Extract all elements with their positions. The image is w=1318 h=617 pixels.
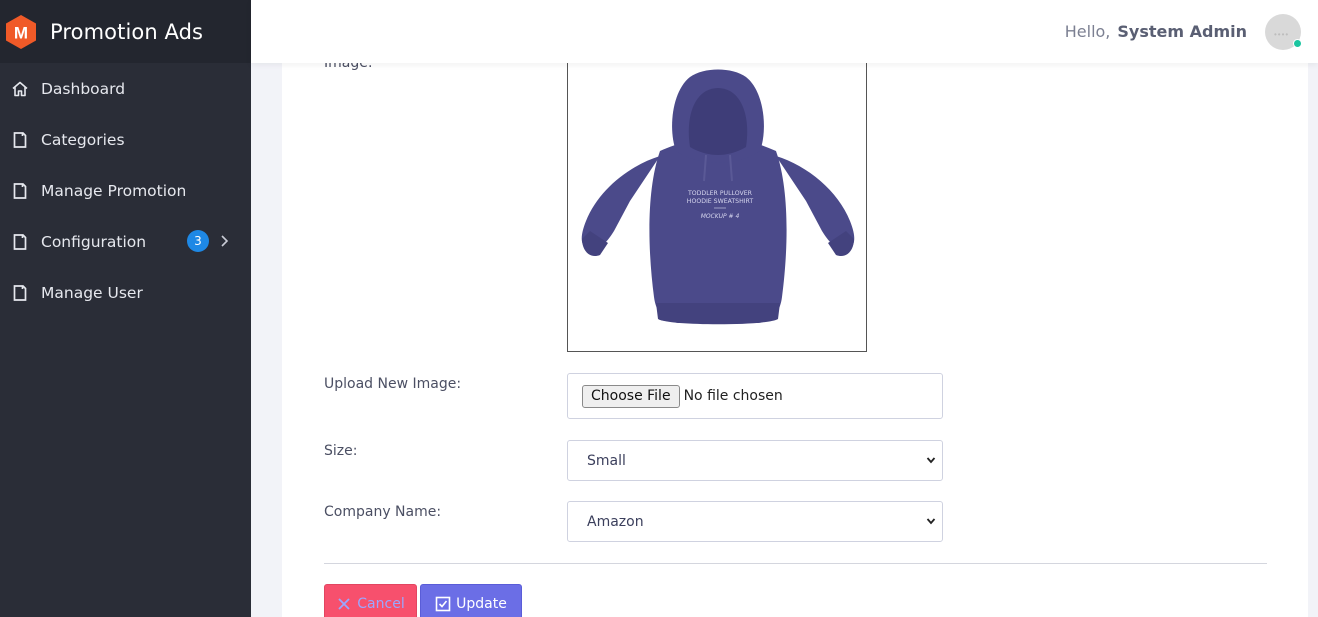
sidebar-nav: Dashboard Categories Manage Promotion Co… (0, 63, 251, 318)
sidebar: M Promotion Ads Dashboard Categories Man… (0, 0, 251, 617)
page-icon (11, 284, 29, 302)
update-button[interactable]: Update (420, 584, 522, 617)
choose-file-button[interactable]: Choose File (582, 384, 680, 408)
chevron-down-icon (926, 457, 936, 464)
current-image-preview: TODDLER PULLOVER HOODIE SWEATSHIRT MOCKU… (567, 50, 867, 352)
company-select[interactable]: Amazon (567, 501, 943, 542)
sidebar-item-manage-promotion[interactable]: Manage Promotion (0, 165, 251, 216)
greeting-text: Hello, (1064, 22, 1111, 41)
update-label: Update (456, 596, 507, 612)
company-name-label: Company Name: (324, 504, 442, 520)
chevron-right-icon[interactable] (219, 231, 231, 251)
edit-promotion-form: Image: TODDLER PULLOVER HOODIE SWEATSHIR… (282, 40, 1308, 617)
avatar-placeholder-icon: •••• (1274, 29, 1290, 39)
page-icon (11, 233, 29, 251)
upload-image-label: Upload New Image: (324, 376, 462, 392)
sidebar-item-label: Manage User (41, 283, 143, 302)
size-label: Size: (324, 443, 358, 459)
cancel-button[interactable]: Cancel (324, 584, 417, 617)
brand[interactable]: M Promotion Ads (0, 0, 251, 63)
svg-text:M: M (14, 23, 28, 42)
chevron-down-icon (926, 518, 936, 525)
company-selected-value: Amazon (587, 513, 644, 530)
sidebar-item-categories[interactable]: Categories (0, 114, 251, 165)
sidebar-item-configuration[interactable]: Configuration 3 (0, 216, 251, 267)
size-selected-value: Small (587, 452, 626, 469)
sidebar-item-label: Dashboard (41, 79, 126, 98)
cancel-label: Cancel (357, 596, 405, 612)
avatar[interactable]: •••• (1265, 13, 1302, 50)
hoodie-print-line3: MOCKUP # 4 (701, 213, 740, 220)
sidebar-item-dashboard[interactable]: Dashboard (0, 63, 251, 114)
hoodie-image: TODDLER PULLOVER HOODIE SWEATSHIRT MOCKU… (568, 51, 866, 351)
notification-badge: 3 (187, 230, 209, 252)
home-icon (11, 80, 29, 98)
sidebar-item-label: Categories (41, 130, 125, 149)
hoodie-print-line2: HOODIE SWEATSHIRT (687, 198, 754, 205)
username[interactable]: System Admin (1117, 22, 1247, 41)
app-title: Promotion Ads (50, 19, 204, 44)
online-status-icon (1293, 38, 1302, 48)
top-header: Hello, System Admin •••• (251, 0, 1318, 63)
file-upload-input[interactable]: Choose File No file chosen (567, 373, 943, 419)
sidebar-item-manage-user[interactable]: Manage User (0, 267, 251, 318)
sidebar-item-label: Configuration (41, 232, 147, 251)
form-divider (324, 563, 1267, 564)
checkbox-check-icon (435, 596, 451, 612)
brand-logo-icon: M (6, 14, 36, 49)
close-icon (336, 596, 352, 612)
file-status-text: No file chosen (683, 388, 783, 404)
sidebar-item-label: Manage Promotion (41, 181, 187, 200)
hoodie-print-line1: TODDLER PULLOVER (687, 190, 753, 197)
page-icon (11, 182, 29, 200)
page-icon (11, 131, 29, 149)
size-select[interactable]: Small (567, 440, 943, 481)
